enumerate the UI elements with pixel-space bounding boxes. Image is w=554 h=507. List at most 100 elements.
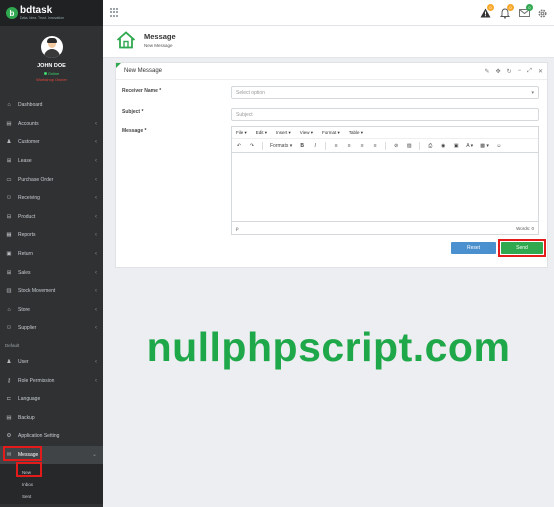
sidebar-item-return[interactable]: ▣ Return ‹ bbox=[0, 245, 103, 264]
message-label: Message * bbox=[122, 128, 147, 134]
users-icon: ♟ bbox=[6, 359, 12, 366]
store-icon: ⌂ bbox=[7, 306, 11, 313]
sidebar-item-backup[interactable]: ▤ Backup bbox=[0, 409, 103, 428]
sidebar-item-product[interactable]: ⊟ Product ‹ bbox=[0, 208, 103, 227]
highlight-send-button bbox=[498, 239, 546, 257]
profile-name: JOHN DOE bbox=[37, 63, 66, 69]
editor-menu-file[interactable]: File ▾ bbox=[236, 130, 247, 136]
avatar[interactable] bbox=[40, 36, 63, 58]
return-box-icon: ▣ bbox=[6, 251, 12, 258]
editor-statusbar: p Words: 0 bbox=[232, 221, 538, 234]
expand-icon[interactable]: ⤢ bbox=[527, 68, 532, 75]
page-header: Message New Message bbox=[103, 26, 554, 58]
italic-icon[interactable]: I bbox=[312, 142, 318, 150]
sidebar-item-user[interactable]: ♟ User ‹ bbox=[0, 353, 103, 372]
editor-menu-table[interactable]: Table ▾ bbox=[349, 130, 363, 136]
edit-icon[interactable]: ✎ bbox=[485, 68, 490, 75]
highlight-new-submenu bbox=[16, 462, 42, 477]
formats-dropdown[interactable]: Formats ▾ bbox=[270, 142, 292, 150]
submenu-item-inbox[interactable]: Inbox bbox=[0, 478, 103, 490]
media-icon[interactable]: ▣ bbox=[453, 142, 459, 150]
editor-menu-insert[interactable]: Insert ▾ bbox=[276, 130, 291, 136]
close-icon[interactable]: ✕ bbox=[538, 68, 543, 75]
brand[interactable]: b bdtask Data. Idea. Trust. Innovation bbox=[0, 0, 103, 26]
bell-icon[interactable]: 0 bbox=[499, 4, 514, 19]
editor-menu-view[interactable]: View ▾ bbox=[300, 130, 313, 136]
image-icon[interactable]: ▨ bbox=[406, 142, 412, 150]
editor-body[interactable] bbox=[232, 153, 538, 221]
bold-icon[interactable]: B bbox=[299, 142, 305, 150]
print-icon[interactable]: ⎙ bbox=[427, 142, 433, 150]
sidebar-item-reports[interactable]: ▦ Reports ‹ bbox=[0, 226, 103, 245]
sidebar-item-label: Stock Movement bbox=[18, 288, 56, 295]
sidebar-item-language[interactable]: ⊏ Language bbox=[0, 390, 103, 409]
chevron-left-icon: ‹ bbox=[95, 120, 97, 127]
sidebar-item-label: Return bbox=[18, 251, 34, 258]
top-navbar: 0 0 0 bbox=[103, 0, 554, 26]
sidebar-item-label: Accounts bbox=[18, 120, 39, 127]
align-center-icon[interactable]: ≡ bbox=[346, 142, 352, 150]
sidebar-item-application-setting[interactable]: ⚙ Application Setting bbox=[0, 427, 103, 446]
emoticons-icon[interactable]: ☺ bbox=[496, 142, 502, 150]
background-color-icon[interactable]: ▩ ▾ bbox=[480, 142, 489, 150]
sidebar-item-customer[interactable]: ♟ Customer ‹ bbox=[0, 133, 103, 152]
sidebar-item-stock-movement[interactable]: ▥ Stock Movement ‹ bbox=[0, 282, 103, 301]
profile-role: Workshop Owner bbox=[36, 77, 67, 82]
sidebar-item-store[interactable]: ⌂ Store ‹ bbox=[0, 301, 103, 320]
link-icon[interactable]: ⊘ bbox=[393, 142, 399, 150]
text-color-icon[interactable]: A ▾ bbox=[466, 142, 473, 150]
online-status: Online bbox=[0, 71, 103, 76]
submenu-item-sent[interactable]: Sent bbox=[0, 490, 103, 502]
page-title: Message bbox=[144, 32, 176, 41]
sidebar-item-role-permission[interactable]: ⚷ Role Permission ‹ bbox=[0, 371, 103, 390]
sidebar-item-receiving[interactable]: ⚇ Receiving ‹ bbox=[0, 189, 103, 208]
sidebar-item-purchase-order[interactable]: ▭ Purchase Order ‹ bbox=[0, 170, 103, 189]
sidebar-item-accounts[interactable]: ▤ Accounts ‹ bbox=[0, 115, 103, 134]
handshake-icon: ⚇ bbox=[6, 195, 12, 202]
editor-menu-format[interactable]: Format ▾ bbox=[322, 130, 340, 136]
preview-icon[interactable]: ◉ bbox=[440, 142, 446, 150]
language-icon: ⊏ bbox=[6, 396, 12, 403]
refresh-icon[interactable]: ↻ bbox=[507, 68, 512, 75]
align-left-icon[interactable]: ≡ bbox=[333, 142, 339, 150]
calendar-icon: ▦ bbox=[6, 232, 12, 239]
bell-badge: 0 bbox=[507, 4, 514, 11]
editor-menubar: File ▾ Edit ▾ Insert ▾ View ▾ Format ▾ T… bbox=[232, 127, 538, 139]
undo-icon[interactable]: ↶ bbox=[236, 142, 242, 150]
sidebar-item-label: Backup bbox=[18, 414, 35, 421]
chevron-left-icon: ‹ bbox=[95, 213, 97, 220]
sidebar-item-label: Supplier bbox=[18, 325, 37, 332]
sidebar-heading-default: Default bbox=[5, 342, 20, 348]
reset-button[interactable]: Reset bbox=[451, 242, 496, 254]
chevron-left-icon: ‹ bbox=[95, 325, 97, 332]
watermark-text: nullphpscript.com bbox=[146, 324, 511, 370]
sidebar-item-dashboard[interactable]: ⌂ Dashboard bbox=[0, 96, 103, 115]
apps-grid-icon[interactable] bbox=[110, 8, 119, 17]
chevron-left-icon: ‹ bbox=[95, 251, 97, 258]
subject-input[interactable]: Subject bbox=[231, 108, 539, 121]
mail-icon[interactable]: 0 bbox=[518, 4, 533, 19]
cart-icon: ⊞ bbox=[6, 158, 12, 165]
select-caret-icon: ▾ bbox=[531, 90, 534, 96]
message-editor: File ▾ Edit ▾ Insert ▾ View ▾ Format ▾ T… bbox=[231, 126, 539, 235]
sidebar-item-sales[interactable]: ⊞ Sales ‹ bbox=[0, 263, 103, 282]
editor-toolbar: ↶ ↷ Formats ▾ B I ≡ ≡ ≡ ≡ ⊘ ▨ ⎙ ◉ ▣ A ▾ … bbox=[232, 139, 538, 153]
align-justify-icon[interactable]: ≡ bbox=[372, 142, 378, 150]
warning-icon[interactable]: 0 bbox=[479, 4, 494, 19]
receiver-select[interactable]: Select option ▾ bbox=[231, 86, 539, 99]
chevron-left-icon: ‹ bbox=[95, 195, 97, 202]
sidebar-item-supplier[interactable]: ⚇ Supplier ‹ bbox=[0, 319, 103, 338]
database-icon: ▤ bbox=[6, 414, 12, 421]
dashboard-icon: ⌂ bbox=[7, 102, 11, 109]
sidebar-item-label: Product bbox=[18, 213, 36, 220]
chevron-left-icon: ‹ bbox=[95, 288, 97, 295]
sidebar-item-lease[interactable]: ⊞ Lease ‹ bbox=[0, 152, 103, 171]
move-icon[interactable]: ✥ bbox=[496, 68, 501, 75]
minimize-icon[interactable]: − bbox=[518, 68, 522, 75]
align-right-icon[interactable]: ≡ bbox=[359, 142, 365, 150]
home-icon bbox=[116, 31, 136, 49]
settings-gear-icon[interactable] bbox=[536, 7, 548, 19]
editor-menu-edit[interactable]: Edit ▾ bbox=[256, 130, 267, 136]
redo-icon[interactable]: ↷ bbox=[249, 142, 255, 150]
sidebar-item-label: Lease bbox=[18, 158, 32, 165]
